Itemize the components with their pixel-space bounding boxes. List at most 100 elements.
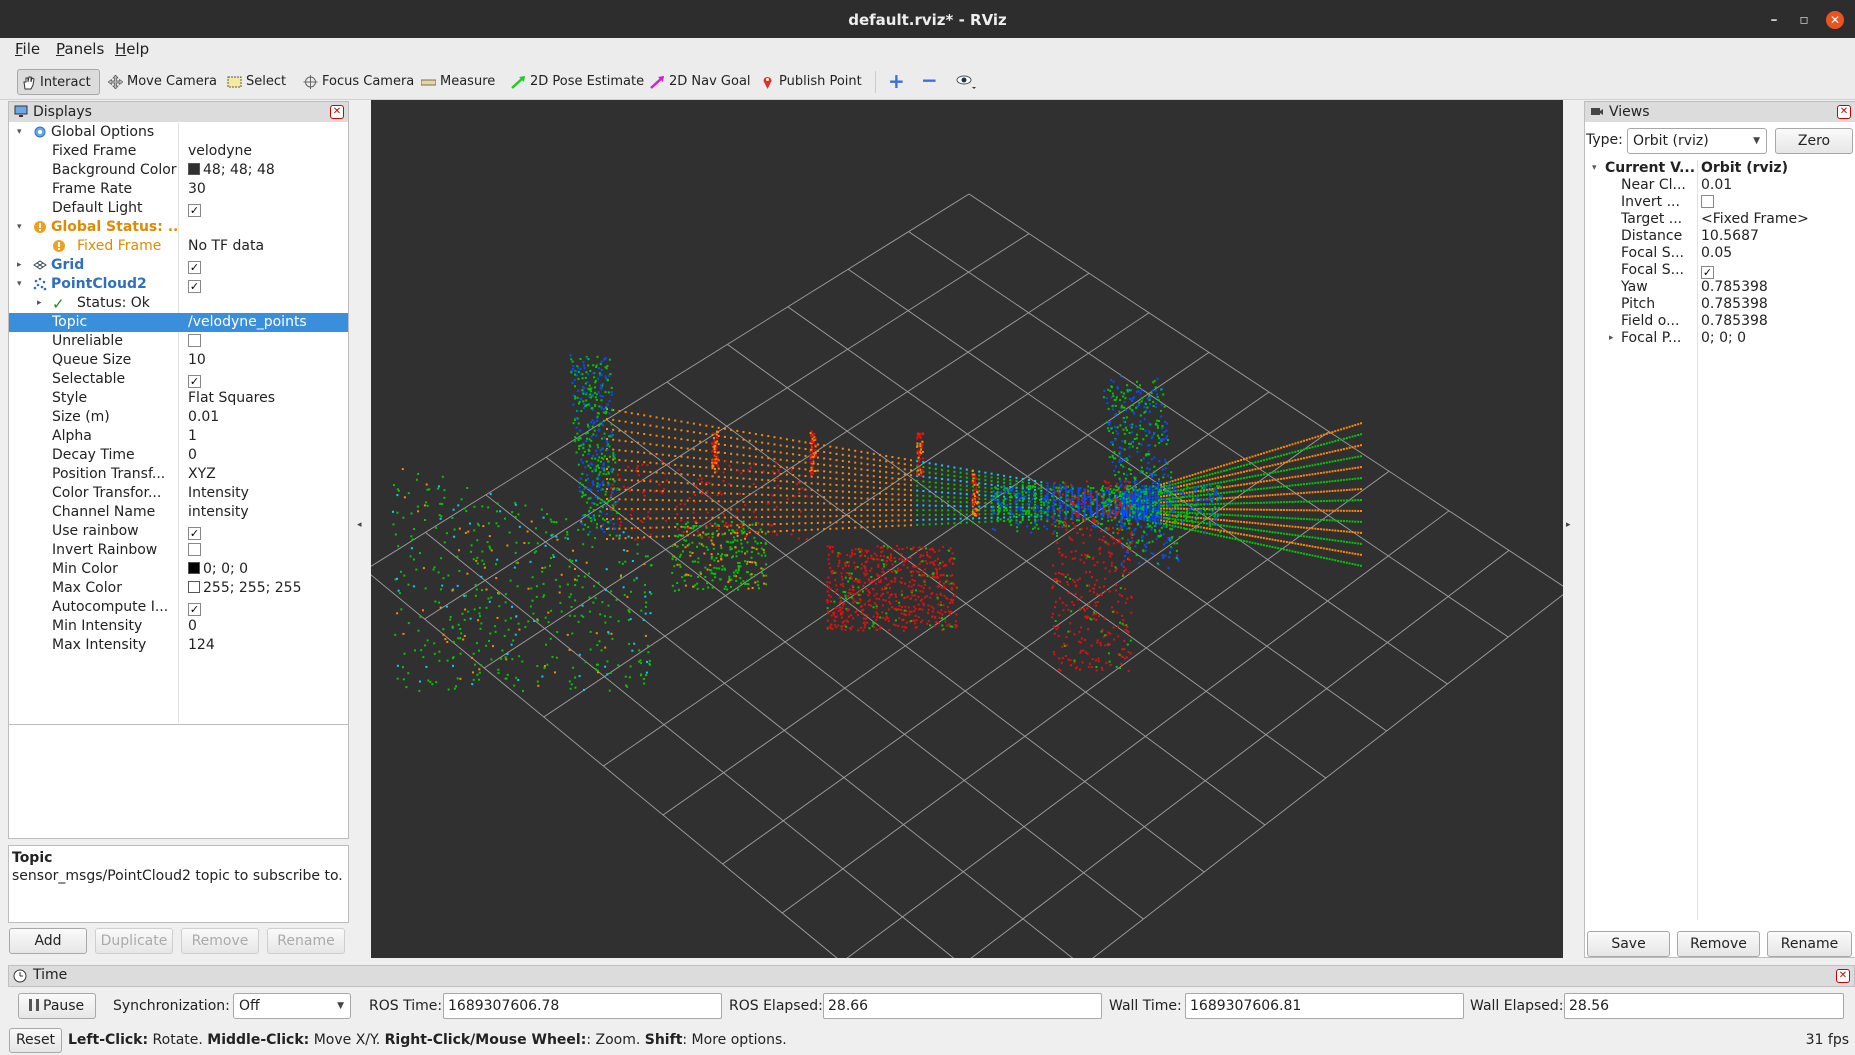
- display-row-selectable[interactable]: Selectable ✓: [9, 370, 348, 389]
- ros-time-field[interactable]: 1689307606.78: [443, 993, 722, 1019]
- display-row-decay-time[interactable]: Decay Time 0: [9, 446, 348, 465]
- expand-down-icon[interactable]: ▾: [17, 218, 22, 237]
- view-row-focal-shape-fixed[interactable]: Focal S... ✓: [1585, 262, 1855, 279]
- display-row-status-ok[interactable]: ▸ ✓ Status: Ok: [9, 294, 348, 313]
- display-row-size[interactable]: Size (m) 0.01: [9, 408, 348, 427]
- display-row-position-transformer[interactable]: Position Transf... XYZ: [9, 465, 348, 484]
- display-row-min-color[interactable]: Min Color 0; 0; 0: [9, 560, 348, 579]
- pause-button[interactable]: Pause: [18, 993, 96, 1019]
- checkbox[interactable]: ✓: [188, 375, 201, 388]
- display-row-invert-rainbow[interactable]: Invert Rainbow: [9, 541, 348, 560]
- view-row-focal-shape-size[interactable]: Focal S... 0.05: [1585, 245, 1855, 262]
- reset-button[interactable]: Reset: [9, 1028, 62, 1053]
- display-row-background-color[interactable]: Background Color 48; 48; 48: [9, 161, 348, 180]
- rename-display-button[interactable]: Rename: [267, 928, 345, 954]
- expand-down-icon[interactable]: ▾: [1592, 160, 1597, 177]
- collapse-right-icon[interactable]: ▸: [1566, 520, 1571, 530]
- wall-elapsed-field[interactable]: 28.56: [1564, 993, 1844, 1019]
- view-row-target-frame[interactable]: Target ... <Fixed Frame>: [1585, 211, 1855, 228]
- view-row-field-of-view[interactable]: Field o... 0.785398: [1585, 313, 1855, 330]
- display-row-channel-name[interactable]: Channel Name intensity: [9, 503, 348, 522]
- expand-right-icon[interactable]: ▸: [1609, 330, 1614, 347]
- expand-down-icon[interactable]: ▾: [17, 275, 22, 294]
- view-type-select[interactable]: Orbit (rviz) ▼: [1627, 128, 1767, 154]
- 2d-pose-estimate-tool-button[interactable]: 2D Pose Estimate: [508, 69, 644, 95]
- plus-icon[interactable]: +: [888, 71, 906, 91]
- checkbox[interactable]: ✓: [188, 204, 201, 217]
- focus-camera-tool-button[interactable]: Focus Camera: [300, 69, 414, 95]
- checkbox[interactable]: ✓: [188, 603, 201, 616]
- wall-time-field[interactable]: 1689307606.81: [1185, 993, 1464, 1019]
- display-row-global-status[interactable]: ▾ Global Status: ...: [9, 218, 348, 237]
- ros-time-label: ROS Time:: [369, 998, 443, 1014]
- gear-icon: [33, 125, 47, 139]
- remove-view-button[interactable]: Remove: [1677, 931, 1760, 957]
- view-row-invert-z[interactable]: Invert ...: [1585, 194, 1855, 211]
- publish-point-tool-button[interactable]: Publish Point: [757, 69, 862, 95]
- display-row-grid-display[interactable]: ▸ Grid ✓: [9, 256, 348, 275]
- display-row-topic[interactable]: Topic/velodyne_points: [9, 313, 348, 332]
- measure-tool-button[interactable]: Measure: [418, 69, 495, 95]
- zero-button[interactable]: Zero: [1775, 128, 1853, 154]
- maximize-icon[interactable]: ▫: [1795, 11, 1813, 29]
- save-view-button[interactable]: Save: [1587, 931, 1670, 957]
- checkbox[interactable]: ✓: [188, 527, 201, 540]
- display-row-style[interactable]: Style Flat Squares: [9, 389, 348, 408]
- display-row-unreliable[interactable]: Unreliable: [9, 332, 348, 351]
- checkbox[interactable]: ✓: [188, 280, 201, 293]
- display-row-autocompute-intensity[interactable]: Autocompute I... ✓: [9, 598, 348, 617]
- display-row-fixed-frame[interactable]: Fixed Frame velodyne: [9, 142, 348, 161]
- duplicate-button[interactable]: Duplicate: [95, 928, 173, 954]
- color-swatch[interactable]: [188, 163, 200, 175]
- view-row-pitch[interactable]: Pitch 0.785398: [1585, 296, 1855, 313]
- expand-right-icon[interactable]: ▸: [37, 294, 42, 313]
- view-row-focal-point[interactable]: ▸ Focal P... 0; 0; 0: [1585, 330, 1855, 347]
- close-panel-icon[interactable]: ✕: [1837, 105, 1851, 119]
- display-row-max-color[interactable]: Max Color 255; 255; 255: [9, 579, 348, 598]
- display-row-alpha[interactable]: Alpha 1: [9, 427, 348, 446]
- view-row-current-view[interactable]: ▾ Current V... Orbit (rviz): [1585, 160, 1855, 177]
- checkbox[interactable]: [1701, 195, 1714, 208]
- close-icon[interactable]: ✕: [1826, 11, 1844, 29]
- view-row-yaw[interactable]: Yaw 0.785398: [1585, 279, 1855, 296]
- display-row-frame-rate[interactable]: Frame Rate 30: [9, 180, 348, 199]
- 2d-nav-goal-tool-button[interactable]: 2D Nav Goal: [647, 69, 751, 95]
- view-row-distance[interactable]: Distance 10.5687: [1585, 228, 1855, 245]
- menu-help[interactable]: Help: [115, 40, 149, 58]
- view-row-near-clip[interactable]: Near Cl... 0.01: [1585, 177, 1855, 194]
- rename-view-button[interactable]: Rename: [1767, 931, 1852, 957]
- checkbox[interactable]: ✓: [188, 261, 201, 274]
- display-row-use-rainbow[interactable]: Use rainbow ✓: [9, 522, 348, 541]
- expand-down-icon[interactable]: ▾: [17, 123, 22, 142]
- display-row-global-options[interactable]: ▾ Global Options: [9, 123, 348, 142]
- minimize-icon[interactable]: –: [1765, 11, 1783, 29]
- display-row-queue-size[interactable]: Queue Size 10: [9, 351, 348, 370]
- ros-elapsed-field[interactable]: 28.66: [823, 993, 1102, 1019]
- sync-select[interactable]: Off ▼: [233, 993, 351, 1019]
- minus-icon[interactable]: −: [921, 70, 939, 90]
- display-row-status-fixed-frame[interactable]: Fixed Frame No TF data: [9, 237, 348, 256]
- checkbox[interactable]: [188, 543, 201, 556]
- collapse-left-icon[interactable]: ◂: [357, 520, 362, 530]
- display-row-max-intensity[interactable]: Max Intensity 124: [9, 636, 348, 655]
- eye-icon[interactable]: [955, 72, 977, 90]
- display-row-min-intensity[interactable]: Min Intensity 0: [9, 617, 348, 636]
- interact-tool-button[interactable]: Interact: [17, 69, 100, 95]
- expand-right-icon[interactable]: ▸: [17, 256, 22, 275]
- menu-panels[interactable]: Panels: [56, 40, 104, 58]
- checkbox[interactable]: [188, 334, 201, 347]
- checkbox[interactable]: ✓: [1701, 266, 1714, 279]
- move-camera-tool-button[interactable]: Move Camera: [105, 69, 217, 95]
- color-swatch[interactable]: [188, 562, 200, 574]
- 3d-render-viewport[interactable]: [371, 100, 1563, 958]
- add-button[interactable]: Add: [9, 928, 87, 954]
- remove-display-button[interactable]: Remove: [181, 928, 259, 954]
- select-tool-button[interactable]: Select: [224, 69, 286, 95]
- menu-file[interactable]: File: [15, 40, 40, 58]
- display-row-default-light[interactable]: Default Light ✓: [9, 199, 348, 218]
- color-swatch[interactable]: [188, 581, 200, 593]
- close-panel-icon[interactable]: ✕: [1836, 969, 1850, 983]
- display-row-pointcloud2-display[interactable]: ▾ PointCloud2 ✓: [9, 275, 348, 294]
- display-row-color-transformer[interactable]: Color Transfor... Intensity: [9, 484, 348, 503]
- close-panel-icon[interactable]: ✕: [330, 105, 344, 119]
